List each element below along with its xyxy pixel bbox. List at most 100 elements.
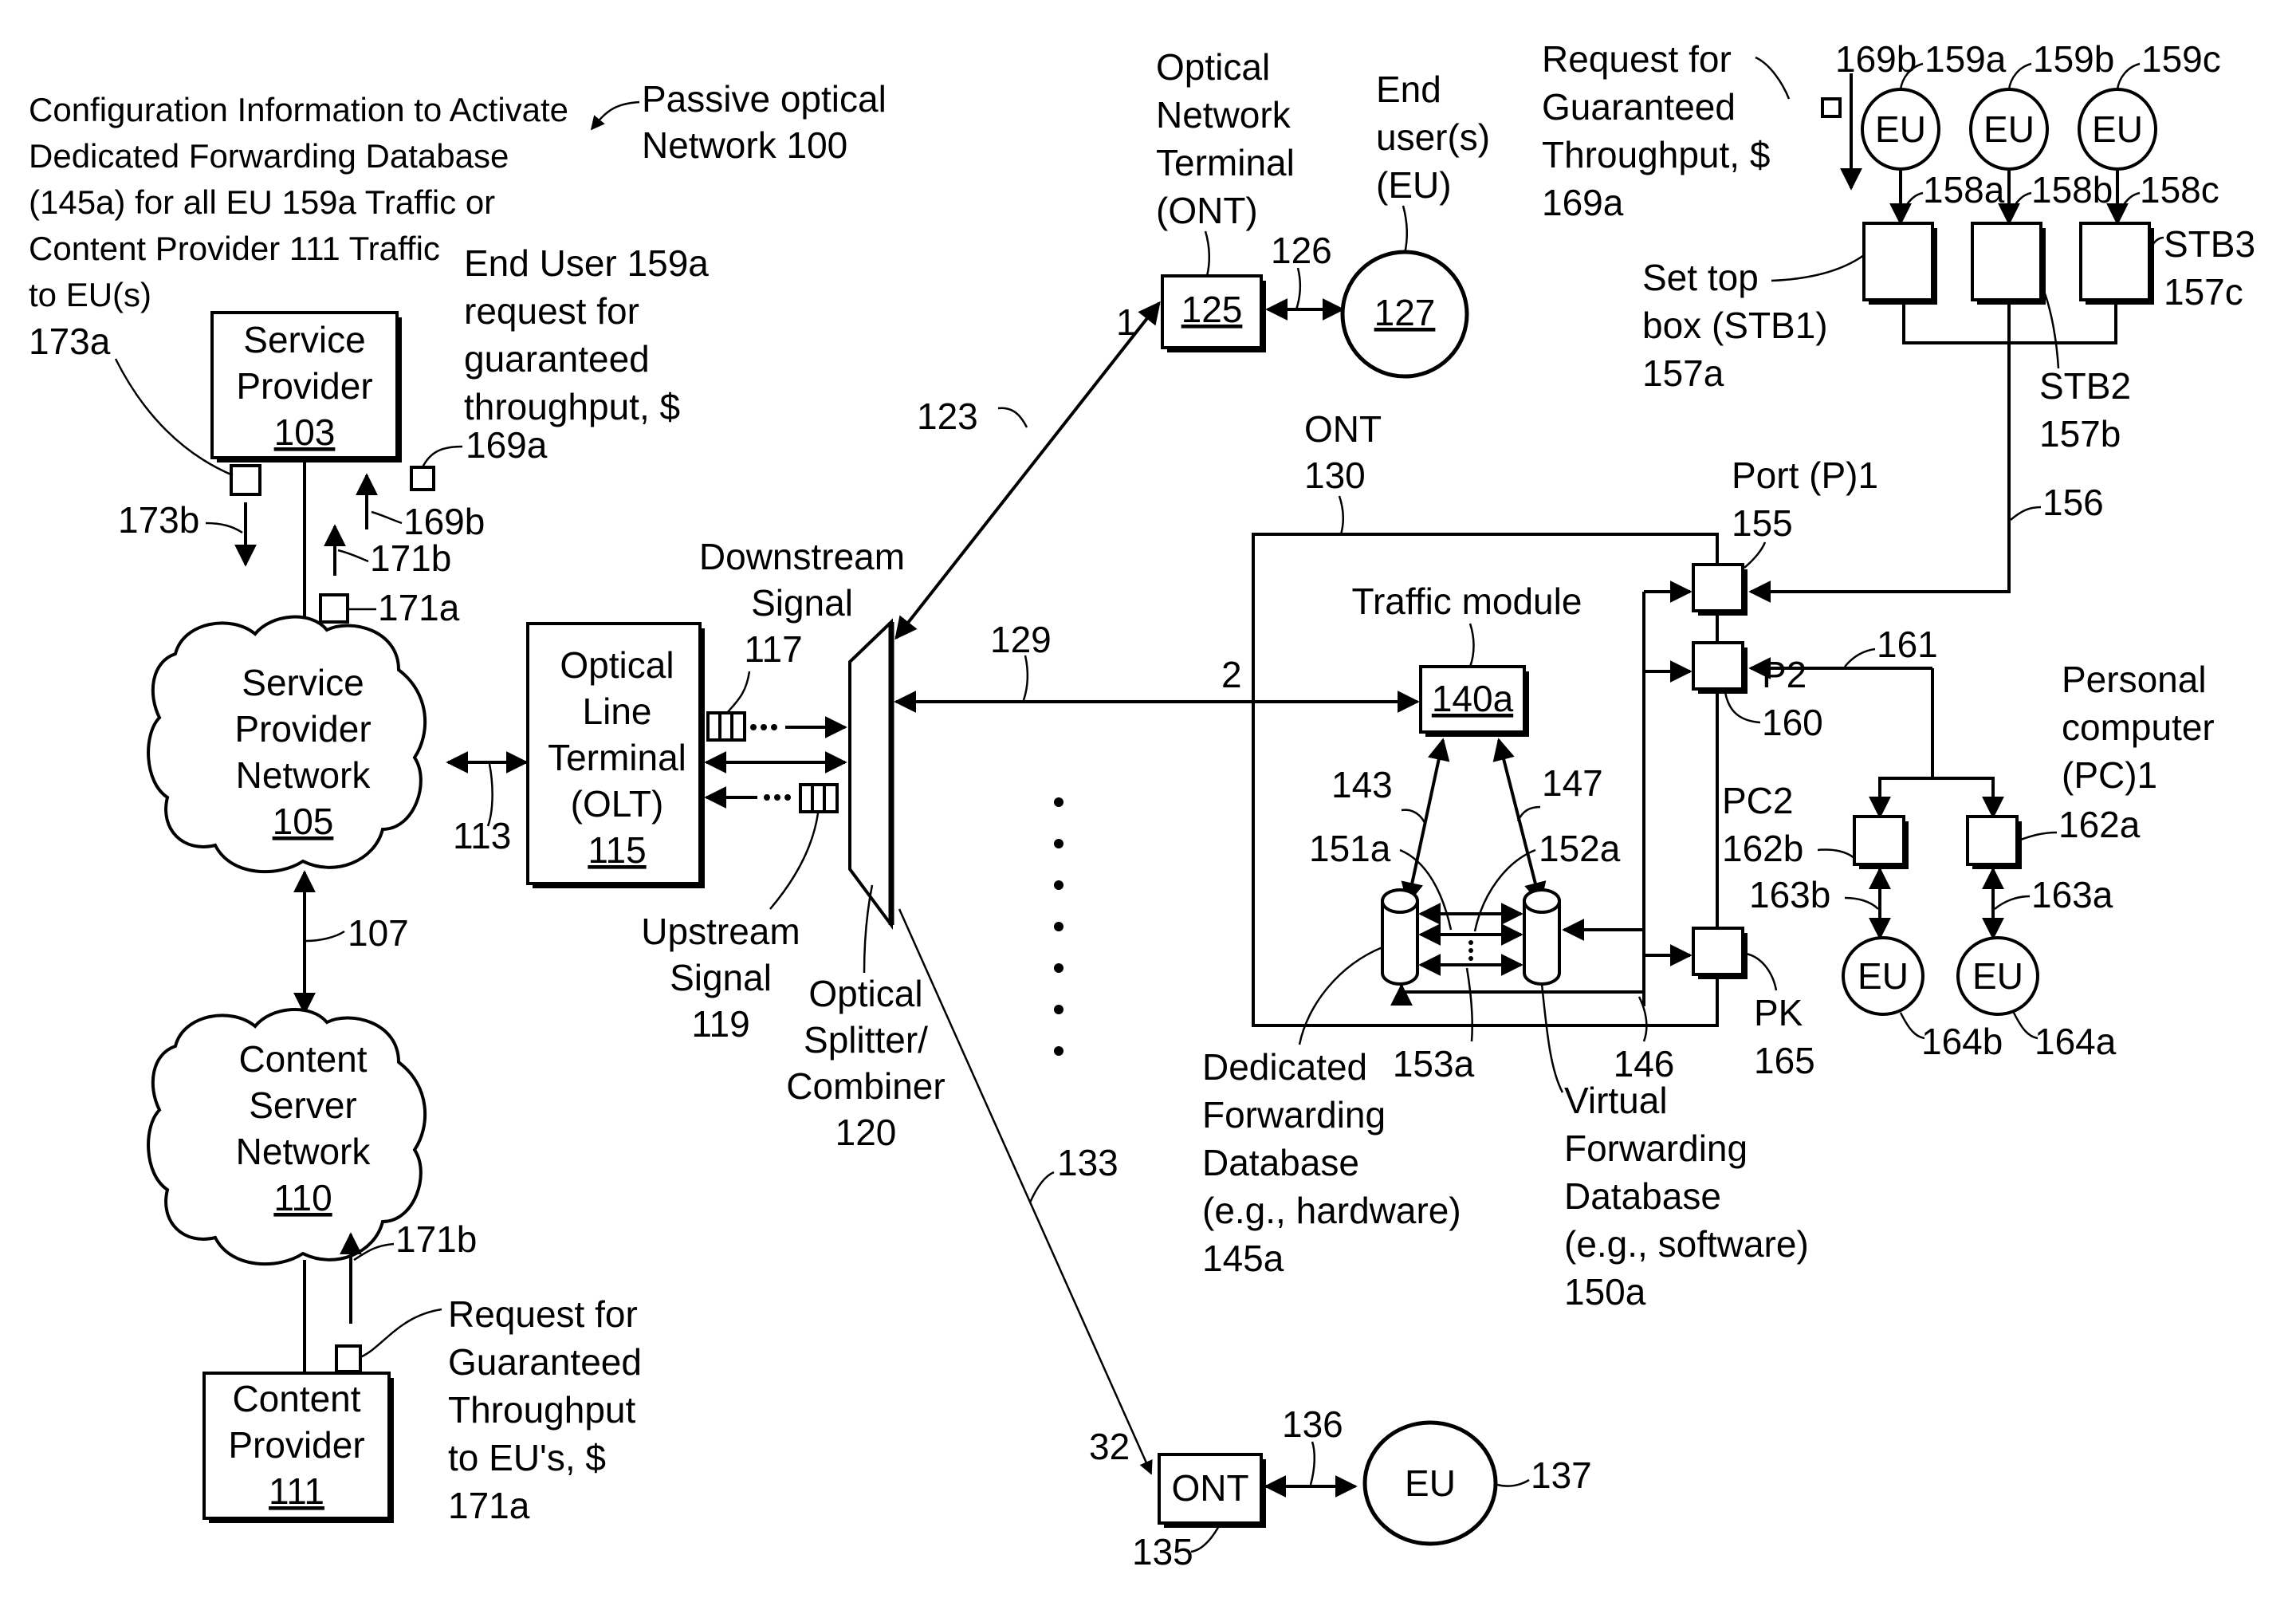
content-server-network-110: Content Server Network 110: [147, 1007, 427, 1266]
ref-163a: 163a: [2031, 874, 2113, 915]
service-provider-label-2: Provider: [236, 365, 372, 407]
spn-ref: 105: [273, 801, 334, 842]
virtual-fdb-line-4: (e.g., software): [1564, 1223, 1809, 1265]
config-note-line-2: Dedicated Forwarding Database: [29, 137, 509, 175]
eu-127-caption-3: (EU): [1376, 164, 1452, 206]
request-eu-line-1: Request for: [1542, 38, 1732, 80]
leader-137: [1496, 1478, 1530, 1487]
ref-151a: 151a: [1309, 828, 1391, 869]
ont-135-ref: 135: [1132, 1531, 1193, 1572]
csn-label-1: Content: [238, 1038, 367, 1080]
service-provider-103: Service Provider 103: [210, 311, 402, 462]
csn-label-2: Server: [249, 1084, 356, 1126]
ref-158a: 158a: [1923, 169, 2005, 211]
service-provider-network-105: Service Provider Network 105: [147, 615, 427, 874]
ont-125-caption-2: Network: [1156, 94, 1292, 136]
leader-ont-130: [1338, 495, 1344, 535]
csn-label-3: Network: [236, 1131, 372, 1172]
port-p1-ref: 155: [1732, 502, 1793, 544]
ref-169b: 169b: [403, 501, 485, 542]
leader-133: [1028, 1171, 1055, 1203]
leader-eu-127: [1402, 205, 1408, 254]
request-cp-note: Request for Guaranteed Throughput to EU'…: [448, 1293, 642, 1526]
port-label-32: 32: [1089, 1426, 1130, 1467]
request-cp-line-4: to EU's, $: [448, 1437, 606, 1478]
ref-152a: 152a: [1539, 828, 1621, 869]
leader-163a: [1994, 895, 2031, 910]
ref-169b-eu: 169b: [1835, 38, 1917, 80]
eu-159c-ref: 159c: [2141, 38, 2221, 80]
olt-label-2: Line: [583, 691, 652, 732]
ref-136: 136: [1282, 1403, 1343, 1445]
leader-143: [1401, 809, 1427, 825]
config-note-line-5: to EU(s): [29, 276, 151, 313]
leader-145a: [1298, 946, 1383, 1045]
leader-ont-125: [1204, 230, 1210, 277]
virtual-fdb-line-3: Database: [1564, 1175, 1721, 1217]
leader-160: [1724, 691, 1761, 724]
leader-159c: [2116, 62, 2141, 90]
leader-136: [1309, 1441, 1315, 1486]
link-143: [1401, 738, 1450, 905]
leader-147: [1516, 805, 1541, 822]
port-pk-ref: 165: [1754, 1040, 1815, 1081]
stb3-157c: [2079, 222, 2154, 305]
leader-107: [305, 930, 345, 943]
request-eu-line-2: Guaranteed: [1542, 86, 1736, 128]
port-p2-160: [1692, 641, 1748, 694]
eu-159b: EU: [1969, 88, 2049, 171]
ont-125-caption-3: Terminal: [1156, 142, 1295, 183]
leader-163b: [1844, 896, 1879, 910]
config-note-line-1: Configuration Information to Activate: [29, 91, 568, 128]
downstream-label-1: Downstream: [699, 536, 905, 577]
pc2-ref: 162b: [1722, 828, 1803, 869]
eu-137: EU: [1362, 1420, 1498, 1546]
ont-130-caption: ONT 130: [1304, 408, 1382, 535]
pc2-label: PC2: [1722, 780, 1793, 821]
port-p2-label: P2: [1762, 654, 1807, 695]
leader-156: [2010, 506, 2042, 521]
pc-branch: [1878, 777, 1995, 805]
dedicated-fdb-line-1: Dedicated: [1202, 1046, 1367, 1088]
leader-161: [1844, 647, 1876, 667]
spn-label-3: Network: [236, 754, 372, 796]
ref-147: 147: [1542, 762, 1603, 804]
eu-159c-label: EU: [2092, 108, 2143, 150]
leader-135: [1190, 1524, 1221, 1553]
leader-169a: [421, 445, 463, 468]
content-provider-label-2: Provider: [228, 1424, 364, 1466]
olt-115: Optical Line Terminal (OLT) 115: [526, 622, 705, 888]
upstream-ref: 119: [691, 1003, 749, 1045]
traffic-module-140a: 140a: [1419, 665, 1529, 737]
eu-159b-label: EU: [1983, 108, 2035, 150]
title-leader-line: [590, 100, 640, 131]
ref-161: 161: [1877, 624, 1938, 665]
dedicated-fdb-line-3: Database: [1202, 1142, 1359, 1183]
leader-158a: [1902, 191, 1924, 210]
request-eu-note: Request for Guaranteed Throughput, $ 169…: [1542, 38, 1791, 223]
eu-164b-label: EU: [1858, 955, 1909, 997]
ref-158c: 158c: [2140, 169, 2219, 211]
leader-request-eu: [1755, 56, 1791, 100]
eu-159a-ref: 159a: [1924, 38, 2007, 80]
ont-130-caption-2: 130: [1304, 455, 1366, 496]
eu-164a-label: EU: [1972, 955, 2023, 997]
leader-126: [1295, 267, 1301, 310]
ref-133: 133: [1057, 1142, 1119, 1183]
upstream-label-2: Signal: [670, 957, 772, 998]
splitter-label-1: Optical: [808, 973, 922, 1014]
virtual-fdb-line-1: Virtual: [1564, 1080, 1668, 1121]
stb3-label-1: STB3: [2164, 223, 2255, 265]
dedicated-fdb-line-5: 145a: [1202, 1238, 1284, 1279]
olt-label-1: Optical: [560, 644, 674, 686]
downstream-ref: 117: [744, 628, 802, 670]
stb2-157b: [1971, 222, 2046, 305]
leader-169b: [371, 510, 403, 525]
eu-127-ref: 127: [1374, 292, 1436, 333]
stb1-157a: [1862, 222, 1937, 305]
request-cp-line-5: 171a: [448, 1485, 530, 1526]
eu-164a: EU: [1956, 936, 2039, 1016]
config-note-line-3: (145a) for all EU 159a Traffic or: [29, 183, 495, 221]
request-packet-169a-eu-icon: [1821, 97, 1842, 118]
virtual-forwarding-database-icon: [1523, 888, 1561, 986]
